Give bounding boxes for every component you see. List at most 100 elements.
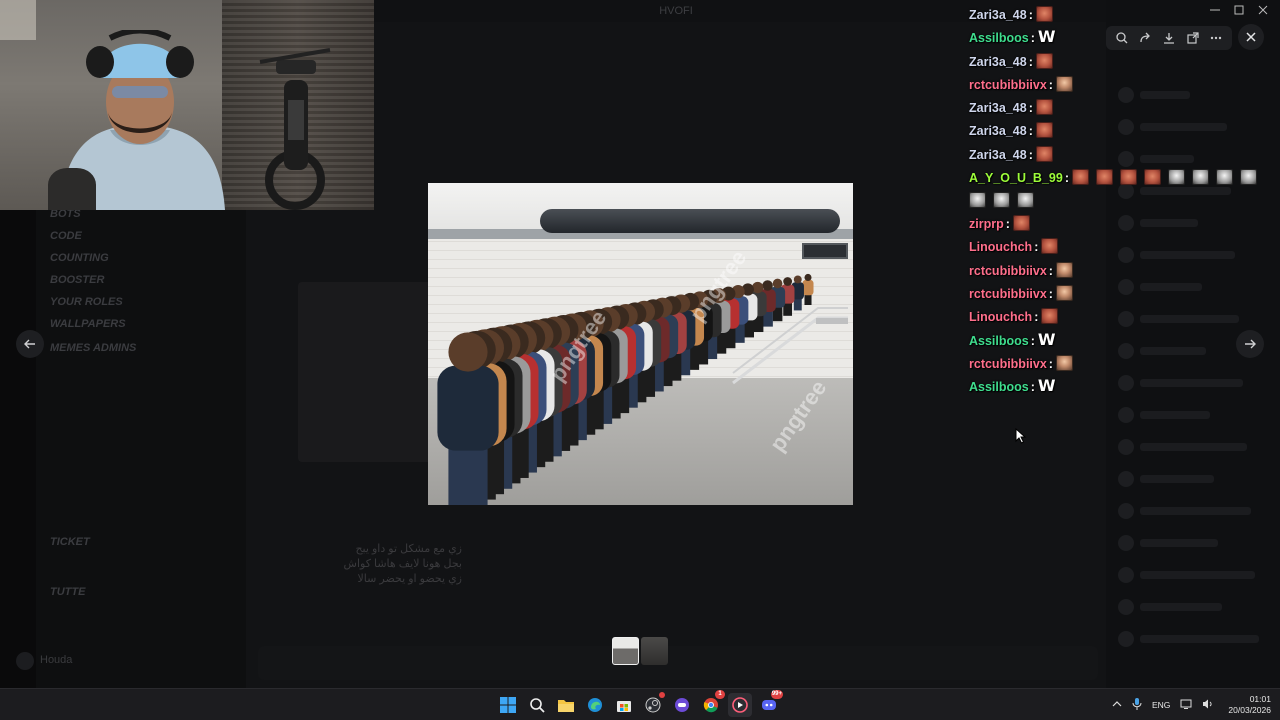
- member-avatar: [1118, 535, 1134, 551]
- chat-separator: :: [1030, 333, 1035, 348]
- member-avatar: [1118, 599, 1134, 615]
- store-icon[interactable]: [612, 693, 636, 717]
- queue-photo: pngtree pngtree pngtree: [428, 183, 853, 505]
- member-avatar: [1118, 503, 1134, 519]
- grey-emote-icon: [1191, 169, 1209, 186]
- chat-message: zirprp:: [969, 213, 1269, 236]
- taskbar: 1 99+ ENG 01:01 20/03/2026: [0, 688, 1280, 720]
- face-emote-icon: [1055, 261, 1073, 278]
- thumbnail[interactable]: [641, 637, 668, 665]
- steam-icon[interactable]: [641, 692, 665, 717]
- chat-separator: :: [1048, 77, 1053, 92]
- w-emote-icon: W: [1037, 329, 1056, 349]
- volume-icon[interactable]: [1202, 699, 1214, 711]
- person: [802, 273, 814, 305]
- grey-emote-icon: [993, 192, 1010, 209]
- clock-date: 20/03/2026: [1228, 705, 1271, 715]
- member-avatar: [1118, 439, 1134, 455]
- chat-separator: :: [1048, 286, 1053, 301]
- red-emote-icon: [1143, 169, 1161, 186]
- red-emote-icon: [1035, 52, 1053, 69]
- member-row: [1118, 566, 1268, 584]
- chat-separator: :: [1028, 54, 1033, 69]
- red-emote-icon: [1071, 169, 1089, 186]
- language-indicator[interactable]: ENG: [1152, 700, 1170, 710]
- chat-message: rctcubibbiivx:: [969, 283, 1269, 306]
- chat-message: Linouchch:: [969, 306, 1269, 329]
- member-row: [1118, 470, 1268, 488]
- screen: BOTS CODE COUNTING BOOSTER YOUR ROLES WALLPAP…: [0, 0, 1280, 720]
- red-emote-icon: [1041, 308, 1059, 325]
- channel-item: CODE: [50, 230, 82, 242]
- member-avatar: [1118, 631, 1134, 647]
- chat-message: Assilboos: W: [969, 27, 1269, 50]
- member-row: [1118, 534, 1268, 552]
- people-queue: [437, 273, 814, 505]
- edge-icon[interactable]: [583, 693, 607, 717]
- user-panel: Houda: [16, 648, 236, 680]
- member-avatar: [1118, 407, 1134, 423]
- member-name: [1140, 507, 1251, 515]
- chat-username: Zari3a_48: [969, 124, 1027, 139]
- chat-separator: :: [1030, 31, 1035, 46]
- member-row: [1118, 630, 1268, 648]
- chat-message: rctcubibbiivx:: [969, 260, 1269, 283]
- chat-username: Assilboos: [969, 380, 1029, 395]
- member-row: [1118, 438, 1268, 456]
- red-emote-icon: [1035, 99, 1053, 116]
- clock[interactable]: 01:01 20/03/2026: [1228, 694, 1271, 716]
- chat-message: Zari3a_48:: [969, 144, 1269, 167]
- member-name: [1140, 635, 1259, 643]
- member-avatar: [1118, 567, 1134, 583]
- red-emote-icon: [1035, 122, 1053, 139]
- channel-item: YOUR ROLES: [50, 296, 123, 308]
- file-explorer-icon[interactable]: [554, 693, 578, 717]
- chat-username: Linouchch: [969, 240, 1033, 255]
- chat-username: Zari3a_48: [969, 54, 1027, 69]
- webcam-overlay: [0, 0, 374, 210]
- member-name: [1140, 475, 1214, 483]
- previous-image-button[interactable]: [16, 330, 44, 358]
- chevron-up-icon[interactable]: [1112, 700, 1122, 710]
- motorcycle: [259, 48, 331, 210]
- chat-message: Linouchch:: [969, 236, 1269, 259]
- red-emote-icon: [1095, 169, 1113, 186]
- message-line: زي يحضو او يحضر سالا: [357, 573, 462, 585]
- chat-message: Zari3a_48:: [969, 120, 1269, 143]
- lamp: [0, 0, 36, 40]
- chat-username: rctcubibbiivx: [969, 286, 1047, 301]
- notification-badge: 99+: [770, 690, 783, 699]
- chat-separator: :: [1048, 356, 1053, 371]
- red-emote-icon: [1035, 6, 1053, 22]
- microphone: [48, 168, 96, 210]
- chat-username: Zari3a_48: [969, 147, 1027, 162]
- system-tray: ENG 01:01 20/03/2026: [1112, 689, 1271, 720]
- chat-message: rctcubibbiivx:: [969, 353, 1269, 376]
- app-icon-purple[interactable]: [670, 693, 694, 717]
- chat-username: rctcubibbiivx: [969, 263, 1047, 278]
- microphone-icon[interactable]: [1132, 698, 1142, 712]
- discord-icon[interactable]: 99+: [757, 690, 783, 717]
- channel-item: MEMES ADMINS: [50, 342, 137, 354]
- chat-username: Zari3a_48: [969, 8, 1027, 22]
- member-row: [1118, 598, 1268, 616]
- start-icon[interactable]: [496, 693, 520, 717]
- chrome-icon[interactable]: 1: [699, 690, 725, 717]
- member-name: [1140, 603, 1222, 611]
- grey-emote-icon: [1167, 169, 1185, 186]
- chat-message: Assilboos: W: [969, 330, 1269, 353]
- avatar: [16, 652, 34, 670]
- media-player-icon[interactable]: [728, 693, 752, 717]
- member-name: [1140, 443, 1247, 451]
- member-row: [1118, 406, 1268, 424]
- member-name: [1140, 539, 1218, 547]
- arrow-left-icon: [24, 339, 35, 349]
- notification-badge: [659, 692, 665, 698]
- chat-message: A_Y_O_U_B_99:: [969, 167, 1269, 213]
- grey-emote-icon: [969, 192, 986, 209]
- search-icon[interactable]: [525, 693, 549, 717]
- network-icon[interactable]: [1180, 699, 1192, 711]
- chat-username: zirprp: [969, 217, 1004, 232]
- thumbnail-current[interactable]: [612, 637, 639, 665]
- mouse-cursor-icon: [1015, 428, 1027, 444]
